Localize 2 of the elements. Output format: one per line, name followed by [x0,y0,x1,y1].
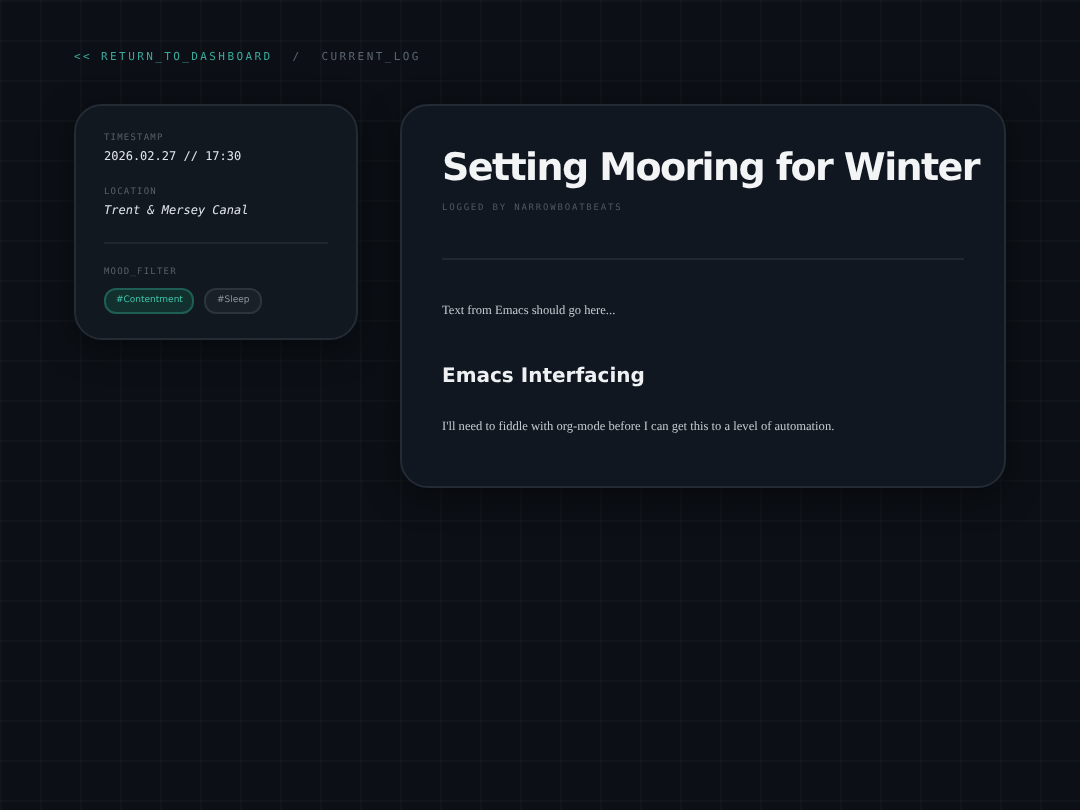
section-heading: Emacs Interfacing [442,365,647,388]
post-title: Setting Mooring for Winter [442,146,979,194]
